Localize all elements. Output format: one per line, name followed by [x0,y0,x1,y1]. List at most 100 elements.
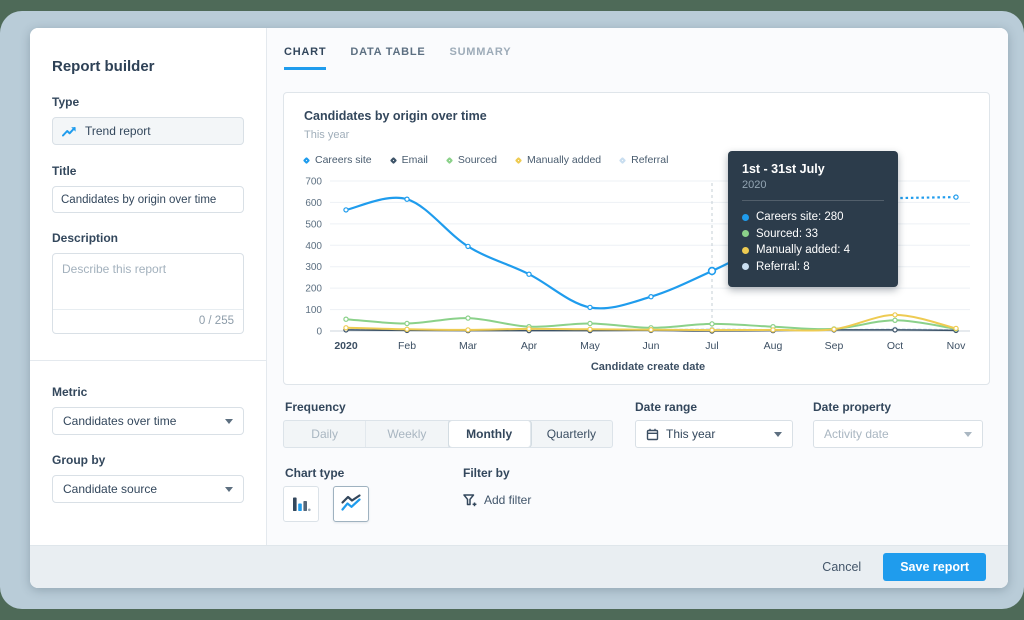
chart-type-bar-button[interactable] [283,486,319,522]
date-range-value: This year [666,427,716,441]
chevron-down-icon [225,418,233,424]
svg-text:Sep: Sep [825,340,844,352]
svg-text:600: 600 [305,198,322,209]
sidebar-divider [30,360,266,361]
legend-item-careers-site[interactable]: Careers site [302,154,372,166]
series-dot-icon [742,230,749,238]
series-dot-icon [742,213,749,221]
frequency-segmented-control: Daily Weekly Monthly Quarterly [283,420,613,448]
legend-item-sourced[interactable]: Sourced [445,154,497,166]
chart-type-label: Chart type [285,466,345,480]
description-label: Description [52,231,119,245]
legend-item-referral[interactable]: Referral [619,154,669,166]
svg-text:May: May [580,340,601,352]
legend-diamond-icon [514,156,523,164]
report-type-field[interactable]: Trend report [52,117,244,145]
description-box: 0 / 255 [52,253,244,334]
xaxis-label: Candidate create date [590,361,706,373]
title-label: Title [52,164,77,178]
group-by-select[interactable]: Candidate source [52,475,244,503]
description-input[interactable] [53,254,243,304]
tooltip-row: Referral: 8 [742,259,884,276]
tooltip-divider [742,200,884,201]
svg-text:0: 0 [316,327,322,338]
legend-item-manually-added[interactable]: Manually added [514,154,602,166]
legend-label: Email [401,154,428,166]
bar-chart-icon [293,497,311,512]
svg-text:2020: 2020 [334,340,358,352]
legend-diamond-icon [389,156,397,164]
chevron-down-icon [774,431,782,437]
tooltip-row-text: Referral: 8 [756,260,810,273]
chevron-down-icon [225,486,233,492]
legend-diamond-icon [619,156,627,164]
series-dot-icon [742,246,749,254]
group-by-label: Group by [52,453,106,467]
group-by-value: Candidate source [63,482,158,496]
save-report-button[interactable]: Save report [883,553,986,581]
metric-value: Candidates over time [63,414,177,428]
chart-subtitle: This year [304,129,350,141]
date-range-label: Date range [635,400,698,414]
svg-text:Oct: Oct [887,340,903,352]
legend-label: Referral [631,154,669,166]
tooltip-row-text: Careers site: 280 [756,211,844,223]
tab-chart[interactable]: CHART [284,46,327,70]
legend-item-email[interactable]: Email [389,154,428,166]
report-tabs: CHART DATA TABLE SUMMARY [267,28,1008,70]
svg-text:Apr: Apr [521,340,538,352]
frequency-weekly-button[interactable]: Weekly [366,421,449,447]
frequency-monthly-button[interactable]: Monthly [448,421,531,447]
svg-text:300: 300 [305,262,322,273]
add-filter-button[interactable]: Add filter [463,493,531,507]
svg-text:100: 100 [305,305,322,316]
tooltip-row-text: Manually added: 4 [756,244,850,256]
legend-diamond-icon [445,156,453,164]
filter-plus-icon [463,493,477,506]
legend-label: Manually added [526,154,602,166]
type-label: Type [52,95,80,109]
filter-by-label: Filter by [463,466,510,480]
frequency-daily-button[interactable]: Daily [284,421,367,447]
footer-bar: Cancel Save report [30,545,1008,588]
frequency-quarterly-button[interactable]: Quarterly [531,421,612,447]
title-input[interactable] [52,186,244,213]
svg-text:Jun: Jun [643,340,660,352]
report-content-area: CHART DATA TABLE SUMMARY Candidates by o… [267,28,1008,545]
svg-text:Nov: Nov [947,340,966,352]
tab-summary[interactable]: SUMMARY [449,46,511,70]
trend-report-icon [62,126,76,136]
tooltip-row-text: Sourced: 33 [756,227,819,240]
line-chart-icon [341,494,361,511]
tooltip-title: 1st - 31st July [742,162,825,176]
date-property-select[interactable]: Activity date [813,420,983,448]
cancel-button[interactable]: Cancel [822,560,861,574]
chart-tooltip: 1st - 31st July 2020 Careers site: 280 S… [728,151,898,287]
report-type-value: Trend report [85,124,151,138]
date-range-select[interactable]: This year [635,420,793,448]
svg-text:700: 700 [305,177,322,188]
legend-label: Sourced [457,154,497,166]
svg-text:Mar: Mar [459,340,478,352]
character-counter: 0 / 255 [53,309,243,333]
svg-text:Jul: Jul [705,340,718,352]
tooltip-subtitle: 2020 [742,179,767,191]
tooltip-row: Manually added: 4 [742,242,884,259]
date-property-label: Date property [813,400,892,414]
report-builder-sidebar: Report builder Type Trend report Title D… [30,28,267,545]
tab-data-table[interactable]: DATA TABLE [350,46,425,70]
svg-text:200: 200 [305,284,322,295]
svg-text:Aug: Aug [764,340,783,352]
metric-select[interactable]: Candidates over time [52,407,244,435]
svg-text:Feb: Feb [398,340,416,352]
chart-type-line-button[interactable] [333,486,369,522]
chart-card: Candidates by origin over time This year… [283,92,990,385]
svg-text:500: 500 [305,219,322,230]
chevron-down-icon [964,431,972,437]
add-filter-label: Add filter [484,493,532,507]
legend-label: Careers site [315,154,372,166]
calendar-icon [646,428,659,440]
chart-title: Candidates by origin over time [304,109,487,123]
date-property-value: Activity date [824,427,889,441]
legend-diamond-icon [302,156,311,164]
